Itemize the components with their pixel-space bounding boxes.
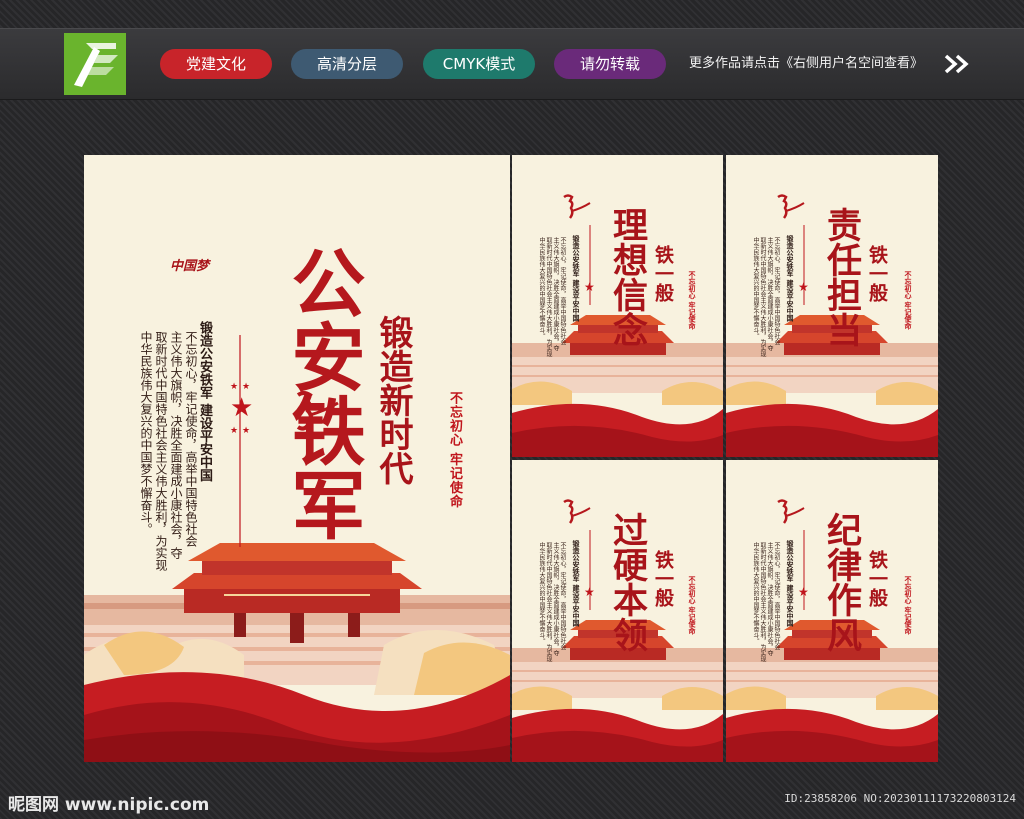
- brand-label: 中国梦: [170, 259, 210, 274]
- main-poster: 中国梦 ★ ★ ★ ★ ★ 公安铁军 锻造新时代 不忘初心 牢记使命 锻造公安铁…: [84, 155, 510, 762]
- pen-nib-icon: [74, 43, 118, 87]
- tag-no-repost[interactable]: 请勿转载: [554, 49, 666, 79]
- star-icon: ★: [584, 280, 595, 294]
- body-line: 中华民族伟大复兴的中国梦不懈奋斗。: [752, 542, 759, 644]
- tag-label: 高清分层: [316, 55, 377, 73]
- body-line: 不忘初心，牢记使命，高举中国特色社会: [773, 237, 780, 345]
- china-dream-brush-logo: [777, 194, 805, 219]
- poster-title: 公安铁军: [279, 245, 365, 541]
- poster-body: 不忘初心，牢记使命，高举中国特色社会 主义伟大旗帜，决胜全面建成小康社会，夺 取…: [538, 542, 566, 662]
- poster-subtitle: 铁一般: [866, 550, 888, 607]
- poster-slogan: 不忘初心 牢记使命: [688, 576, 697, 635]
- poster-subtitle: 铁一般: [652, 245, 674, 302]
- double-chevron-right-icon[interactable]: [944, 54, 970, 74]
- poster-motto: 锻造公安铁军 建设平安中国: [572, 540, 581, 627]
- body-line: 中华民族伟大复兴的中国梦不懈奋斗。: [139, 331, 153, 535]
- image-id: ID:23858206 NO:20230111173220803124: [784, 792, 1016, 805]
- tag-label: CMYK模式: [442, 55, 516, 73]
- poster-title: 过硬本领: [607, 512, 648, 652]
- tag-party-culture[interactable]: 党建文化: [160, 49, 272, 79]
- tag-hd-layers[interactable]: 高清分层: [291, 49, 403, 79]
- body-line: 主义伟大旗帜，决胜全面建成小康社会，夺: [169, 331, 183, 559]
- body-line: 主义伟大旗帜，决胜全面建成小康社会，夺: [552, 237, 559, 351]
- poster-slogan: 不忘初心 牢记使命: [447, 391, 462, 509]
- more-works-link[interactable]: 更多作品请点击《右侧用户名空间查看》: [689, 53, 923, 75]
- star-icon: ★: [584, 585, 595, 599]
- poster-slogan: 不忘初心 牢记使命: [904, 576, 913, 635]
- star-icon: ★: [798, 585, 809, 599]
- star-icon: ★: [242, 426, 251, 436]
- small-poster-1: ★ 理想信念 铁一般 不忘初心 牢记使命 锻造公安铁军 建设平安中国 不忘初心，…: [512, 155, 723, 457]
- body-line: 取新时代中国特色社会主义伟大胜利，为实现: [545, 542, 552, 662]
- tag-label: 党建文化: [185, 55, 246, 73]
- body-line: 不忘初心，牢记使命，高举中国特色社会: [559, 237, 566, 345]
- site-logo[interactable]: [64, 33, 126, 95]
- star-icon: ★: [230, 382, 239, 392]
- small-poster-4: ★ 纪律作风 铁一般 不忘初心 牢记使命 锻造公安铁军 建设平安中国 不忘初心，…: [726, 460, 938, 762]
- poster-body: 不忘初心，牢记使命，高举中国特色社会 主义伟大旗帜，决胜全面建成小康社会，夺 取…: [752, 542, 780, 662]
- poster-body: 不忘初心，牢记使命，高举中国特色社会 主义伟大旗帜，决胜全面建成小康社会，夺 取…: [752, 237, 780, 357]
- body-line: 中华民族伟大复兴的中国梦不懈奋斗。: [538, 542, 545, 644]
- china-dream-brush-logo: [777, 499, 805, 524]
- body-line: 主义伟大旗帜，决胜全面建成小康社会，夺: [766, 237, 773, 351]
- poster-subtitle: 铁一般: [652, 550, 674, 607]
- star-icon: ★: [798, 280, 809, 294]
- china-dream-brush-logo: [563, 194, 591, 219]
- small-poster-2: ★ 责任担当 铁一般 不忘初心 牢记使命 锻造公安铁军 建设平安中国 不忘初心，…: [726, 155, 938, 457]
- body-line: 不忘初心，牢记使命，高举中国特色社会: [773, 542, 780, 650]
- body-line: 不忘初心，牢记使命，高举中国特色社会: [184, 331, 198, 547]
- star-icon: ★: [242, 382, 251, 392]
- poster-subtitle: 铁一般: [866, 245, 888, 302]
- poster-body: 不忘初心，牢记使命，高举中国特色社会 主义伟大旗帜，决胜全面建成小康社会，夺 取…: [138, 331, 198, 571]
- poster-title: 理想信念: [607, 207, 648, 347]
- body-line: 主义伟大旗帜，决胜全面建成小康社会，夺: [552, 542, 559, 656]
- site-watermark[interactable]: 昵图网 www.nipic.com: [8, 790, 209, 815]
- poster-title: 责任担当: [821, 207, 862, 347]
- body-line: 取新时代中国特色社会主义伟大胜利，为实现: [154, 331, 168, 571]
- body-line: 取新时代中国特色社会主义伟大胜利，为实现: [759, 237, 766, 357]
- tag-cmyk-mode[interactable]: CMYK模式: [423, 49, 535, 79]
- china-dream-brush-logo: [563, 499, 591, 524]
- poster-motto: 锻造公安铁军 建设平安中国: [786, 540, 795, 627]
- poster-slogan: 不忘初心 牢记使命: [688, 271, 697, 330]
- poster-title: 纪律作风: [821, 512, 862, 652]
- body-line: 主义伟大旗帜，决胜全面建成小康社会，夺: [766, 542, 773, 656]
- small-poster-3: ★ 过硬本领 铁一般 不忘初心 牢记使命 锻造公安铁军 建设平安中国 不忘初心，…: [512, 460, 723, 762]
- poster-subtitle: 锻造新时代: [373, 315, 413, 485]
- poster-motto: 锻造公安铁军 建设平安中国: [786, 235, 795, 322]
- body-line: 中华民族伟大复兴的中国梦不懈奋斗。: [752, 237, 759, 339]
- body-line: 取新时代中国特色社会主义伟大胜利，为实现: [545, 237, 552, 357]
- body-line: 不忘初心，牢记使命，高举中国特色社会: [559, 542, 566, 650]
- body-line: 取新时代中国特色社会主义伟大胜利，为实现: [759, 542, 766, 662]
- star-icon: ★: [230, 393, 254, 423]
- poster-motto: 锻造公安铁军 建设平安中国: [197, 321, 212, 482]
- body-line: 中华民族伟大复兴的中国梦不懈奋斗。: [538, 237, 545, 339]
- poster-motto: 锻造公安铁军 建设平安中国: [572, 235, 581, 322]
- poster-slogan: 不忘初心 牢记使命: [904, 271, 913, 330]
- star-icon: ★: [230, 426, 239, 436]
- tag-label: 请勿转载: [579, 55, 640, 73]
- poster-body: 不忘初心，牢记使命，高举中国特色社会 主义伟大旗帜，决胜全面建成小康社会，夺 取…: [538, 237, 566, 357]
